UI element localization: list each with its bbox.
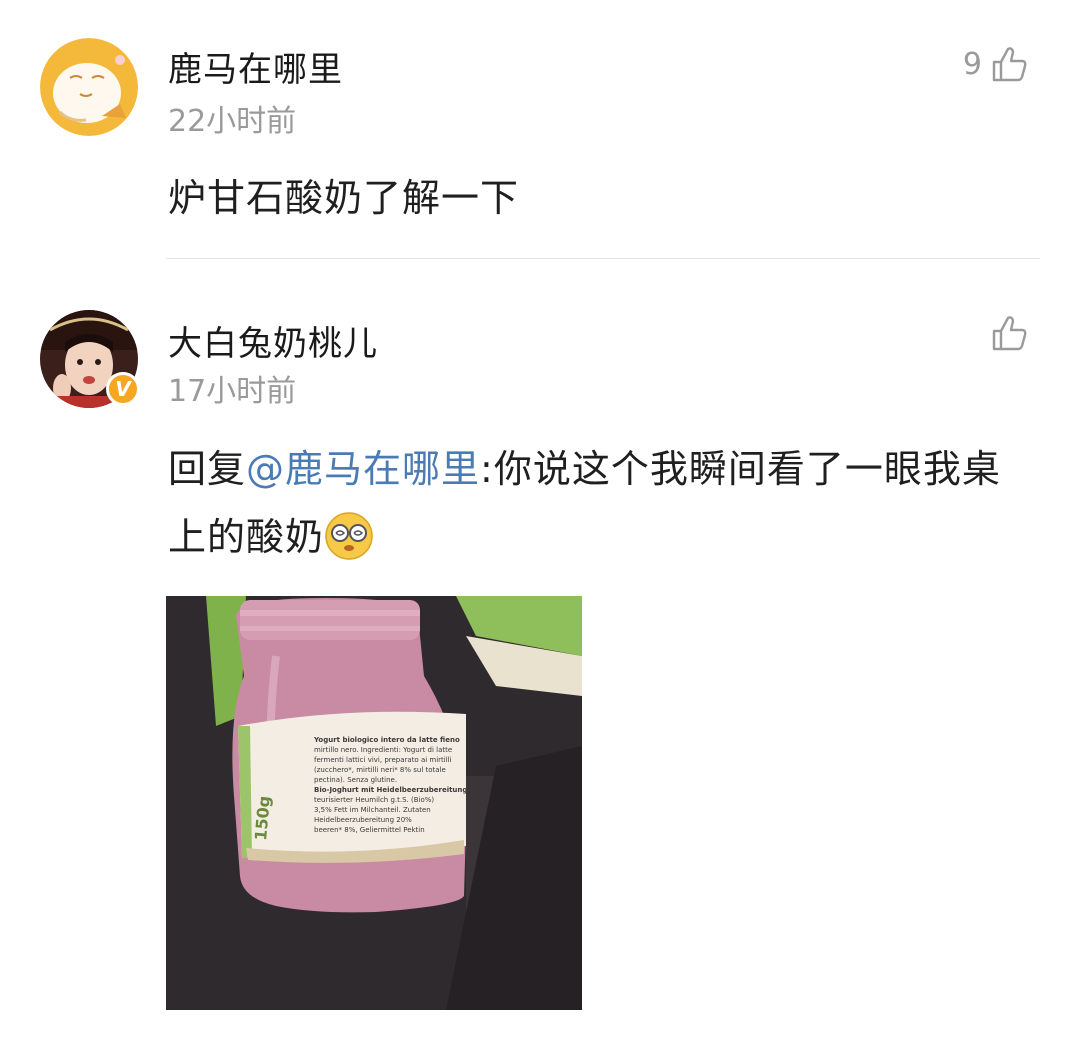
timestamp: 17小时前 [168,374,297,409]
yogurt-jar-photo: Yogurt biologico intero da latte fieno m… [166,596,582,1010]
reply-prefix: 回复 [168,447,247,491]
mention-link[interactable]: @鹿马在哪里 [246,447,480,491]
comment-text: 炉甘石酸奶了解一下 [168,176,520,220]
label-line: Heidelbeerzubereitung 20% [314,816,412,824]
comment-feed: 鹿马在哪里 22小时前 9 炉甘石酸奶了解一下 V 大白兔奶桃儿 17小时前 回… [0,0,1080,1041]
label-line: teurisierter Heumilch g.t.S. (Bio%) [314,796,434,804]
username[interactable]: 鹿马在哪里 [168,42,343,91]
avatar[interactable] [40,38,138,136]
timestamp: 22小时前 [168,104,297,139]
comment-text: 回复@鹿马在哪里:你说这个我瞬间看了一眼我桌上的酸奶 [168,435,1028,571]
comment-photo[interactable]: Yogurt biologico intero da latte fieno m… [166,596,582,1010]
label-line: pectina). Senza glutine. [314,776,397,784]
like-button[interactable] [982,309,1030,357]
label-line: 3,5% Fett im Milchanteil. Zutaten [314,806,431,814]
verified-badge: V [106,372,140,406]
label-line: fermenti lattici vivi, preparato ai mirt… [314,756,452,764]
comment-item: 鹿马在哪里 22小时前 9 炉甘石酸奶了解一下 [0,0,1080,258]
avatar-cartoon-image [40,38,138,136]
dizzy-glasses-emoji [325,511,373,560]
label-line: Yogurt biologico intero da latte fieno [313,736,460,744]
like-count: 9 [962,46,982,82]
label-weight: 150g [251,795,274,841]
thumbs-up-icon [992,47,1027,82]
label-line: mirtillo nero. Ingredienti: Yogurt di la… [314,746,452,754]
username[interactable]: 大白兔奶桃儿 [168,316,378,365]
like-button[interactable]: 9 [963,40,1030,88]
comment-item: V 大白兔奶桃儿 17小时前 回复@鹿马在哪里:你说这个我瞬间看了一眼我桌上的酸… [0,259,1080,1041]
label-line: beeren* 8%, Geliermittel Pektin [314,826,425,834]
thumbs-up-icon [992,316,1027,351]
label-line: (zucchero*, mirtilli neri* 8% sul totale [314,766,446,774]
label-line: Bio-Joghurt mit Heidelbeerzubereitung [314,786,467,794]
